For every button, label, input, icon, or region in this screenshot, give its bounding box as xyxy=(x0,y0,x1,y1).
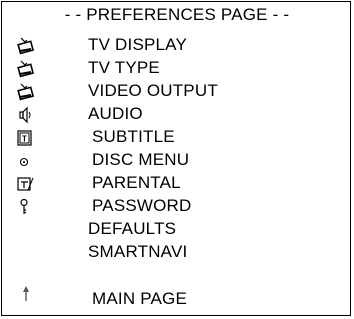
svg-text:T: T xyxy=(22,135,27,144)
disc-icon xyxy=(19,157,29,167)
menu-item-subtitle[interactable]: T SUBTITLE xyxy=(2,126,352,148)
menu-item-label: SUBTITLE xyxy=(92,127,175,146)
menu-item-video-output[interactable]: VIDEO OUTPUT xyxy=(2,80,352,102)
up-arrow-icon xyxy=(23,286,29,301)
menu-item-label: VIDEO OUTPUT xyxy=(88,81,218,100)
menu-item-smartnavi[interactable]: SMARTNAVI xyxy=(2,241,352,263)
menu-item-label: SMARTNAVI xyxy=(88,242,188,261)
menu-item-label: MAIN PAGE xyxy=(92,289,188,308)
menu-item-label: PARENTAL xyxy=(92,173,181,192)
tv-icon xyxy=(17,37,35,55)
menu-item-main-page[interactable]: MAIN PAGE xyxy=(2,286,352,310)
tv-icon xyxy=(17,60,35,78)
menu-item-tv-type[interactable]: TV TYPE xyxy=(2,57,352,79)
menu-item-audio[interactable]: AUDIO xyxy=(2,103,352,125)
tv-icon xyxy=(17,83,35,101)
menu-item-disc-menu[interactable]: DISC MENU xyxy=(2,149,352,171)
menu-item-password[interactable]: PASSWORD xyxy=(2,195,352,217)
preferences-menu-panel: - - PREFERENCES PAGE - - TV DISPLAY TV T… xyxy=(1,1,351,316)
speaker-icon xyxy=(19,106,31,124)
parental-icon xyxy=(17,177,34,191)
menu-item-label: PASSWORD xyxy=(92,196,192,215)
menu-item-defaults[interactable]: DEFAULTS xyxy=(2,218,352,240)
menu-item-parental[interactable]: PARENTAL xyxy=(2,172,352,194)
menu-item-label: DISC MENU xyxy=(92,150,190,169)
key-icon xyxy=(20,198,28,214)
menu-title: - - PREFERENCES PAGE - - xyxy=(64,5,290,24)
menu-item-label: DEFAULTS xyxy=(88,219,177,238)
menu-item-label: TV DISPLAY xyxy=(88,35,187,54)
menu-item-tv-display[interactable]: TV DISPLAY xyxy=(2,34,352,56)
menu-item-label: TV TYPE xyxy=(88,58,160,77)
menu-item-label: AUDIO xyxy=(88,104,143,123)
subtitle-icon: T xyxy=(17,130,32,146)
